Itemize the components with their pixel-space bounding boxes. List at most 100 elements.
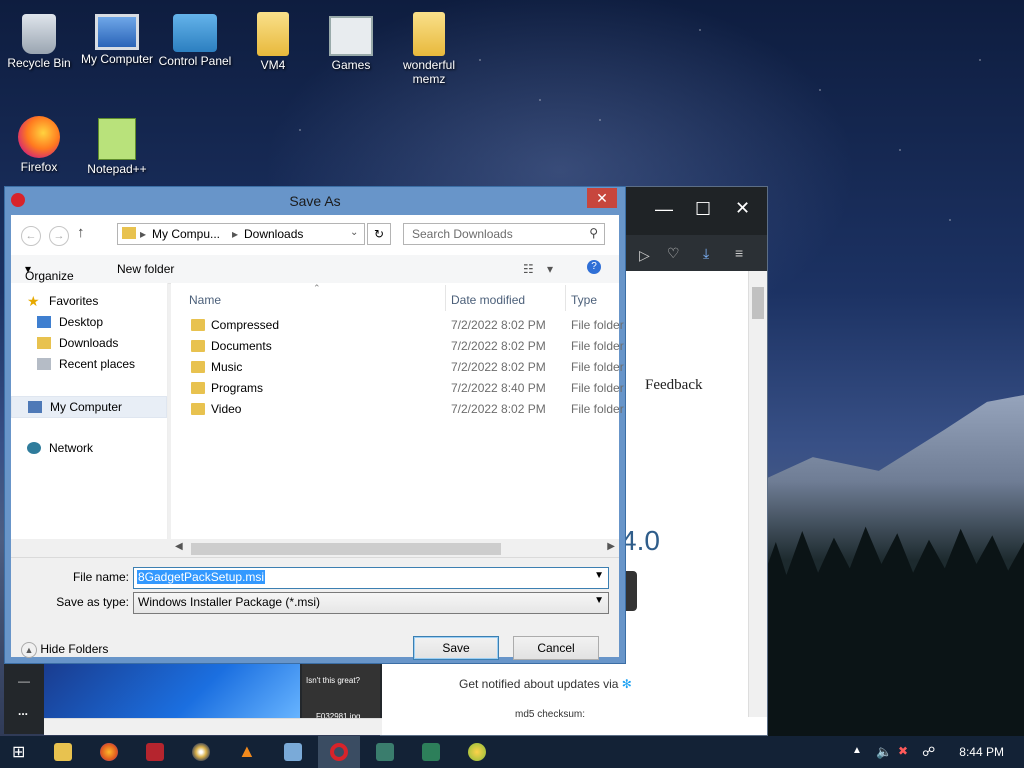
column-header-type[interactable]: Type	[571, 293, 597, 307]
scroll-right-icon[interactable]: ▶	[607, 541, 615, 552]
view-options-icon[interactable]: ☷	[523, 262, 534, 276]
scrollbar-thumb[interactable]	[191, 543, 501, 555]
file-explorer-icon[interactable]	[54, 743, 72, 761]
app-download-icon[interactable]	[422, 743, 440, 761]
chevron-down-icon[interactable]: ⌄	[350, 227, 358, 238]
twitter-icon[interactable]: ✻	[622, 677, 632, 691]
up-button[interactable]: ↑	[77, 224, 85, 241]
nav-recent-places[interactable]: Recent places	[11, 354, 167, 374]
firefox-taskbar-icon[interactable]	[100, 743, 118, 761]
search-placeholder: Search Downloads	[412, 227, 513, 241]
nav-network[interactable]: Network	[11, 438, 167, 458]
tray-expand-icon[interactable]: ▲	[852, 745, 862, 756]
volume-muted-icon[interactable]: 🔈	[876, 744, 892, 760]
recent-places-icon	[37, 358, 51, 370]
start-button[interactable]: ⊞	[12, 742, 25, 762]
forward-button[interactable]: →	[49, 226, 69, 246]
browser-horizontal-scrollbar[interactable]	[44, 718, 382, 735]
address-row: ← → ↑ ▸ My Compu... ▸ Downloads ⌄ ↻ Sear…	[11, 215, 619, 255]
control-panel-taskbar-icon[interactable]	[284, 743, 302, 761]
nav-label: My Computer	[50, 400, 123, 414]
search-input[interactable]: Search Downloads ⚲	[403, 223, 605, 245]
app-tool-icon[interactable]	[376, 743, 394, 761]
app-orb-icon[interactable]	[468, 743, 486, 761]
sidebar-minimize-icon[interactable]: —	[18, 674, 30, 688]
sidebar-more-icon[interactable]: ...	[18, 704, 28, 718]
scroll-left-icon[interactable]: ◀	[175, 541, 183, 552]
desktop-icon-vm4[interactable]: VM4	[234, 8, 312, 72]
minimize-icon[interactable]: —	[655, 199, 673, 220]
save-type-select[interactable]: Windows Installer Package (*.msi) ▼	[133, 592, 609, 614]
scrollbar-thumb[interactable]	[752, 287, 764, 319]
table-row[interactable]: Programs 7/2/2022 8:40 PM File folder	[183, 378, 633, 398]
new-folder-button[interactable]: New folder	[117, 262, 174, 276]
breadcrumb-downloads[interactable]: Downloads	[244, 227, 303, 241]
view-dropdown-icon[interactable]: ▾	[547, 262, 553, 276]
md5-label: md5 checksum:	[515, 709, 586, 720]
heart-icon[interactable]: ♡	[667, 245, 680, 262]
nav-label: Recent places	[59, 357, 136, 371]
table-row[interactable]: Video 7/2/2022 8:02 PM File folder	[183, 399, 633, 419]
save-button[interactable]: Save	[413, 636, 499, 660]
nav-my-computer[interactable]: My Computer	[11, 396, 167, 418]
winrar-icon[interactable]	[146, 743, 164, 761]
media-disc-icon[interactable]	[192, 743, 210, 761]
save-type-value: Windows Installer Package (*.msi)	[138, 595, 321, 609]
file-type: File folder	[571, 402, 624, 416]
cancel-button[interactable]: Cancel	[513, 636, 599, 660]
help-icon[interactable]: ?	[587, 260, 601, 274]
nav-downloads[interactable]: Downloads	[11, 333, 167, 353]
column-header-name[interactable]: Name	[189, 293, 221, 307]
desktop-icon-control-panel[interactable]: Control Panel	[156, 8, 234, 68]
desktop-icon-firefox[interactable]: Firefox	[0, 112, 78, 174]
chevron-down-icon[interactable]: ▼	[594, 570, 604, 581]
folder-icon	[191, 403, 205, 415]
table-row[interactable]: Compressed 7/2/2022 8:02 PM File folder	[183, 315, 633, 335]
breadcrumb-my-computer[interactable]: My Compu...	[152, 227, 220, 241]
clock[interactable]: 8:44 PM	[959, 745, 1004, 759]
nav-favorites[interactable]: ★ Favorites	[11, 291, 167, 311]
table-row[interactable]: Music 7/2/2022 8:02 PM File folder	[183, 357, 633, 377]
dialog-close-button[interactable]: ✕	[587, 188, 617, 208]
chevron-down-icon[interactable]: ▼	[594, 595, 604, 606]
close-icon[interactable]: ✕	[735, 198, 750, 219]
download-icon[interactable]: ⤓	[703, 245, 709, 262]
desktop-icon-recycle-bin[interactable]: Recycle Bin	[0, 8, 78, 70]
games-icon	[329, 16, 373, 56]
maximize-icon[interactable]: ☐	[695, 199, 711, 220]
table-row[interactable]: Documents 7/2/2022 8:02 PM File folder	[183, 336, 633, 356]
desktop-icon-label: Games	[331, 58, 371, 72]
organize-button[interactable]: Organize ▾	[25, 262, 74, 283]
file-name: Programs	[211, 381, 264, 395]
computer-icon	[28, 401, 42, 413]
folder-icon	[191, 319, 205, 331]
feedback-link[interactable]: Feedback	[645, 377, 702, 394]
security-alert-icon[interactable]: ✖	[898, 744, 908, 758]
file-list-horizontal-scrollbar[interactable]: ◀ ▶	[171, 539, 619, 557]
desktop-icon-my-computer[interactable]: My Computer	[78, 8, 156, 66]
network-tray-icon[interactable]: ☍	[922, 744, 935, 760]
nav-desktop[interactable]: Desktop	[11, 312, 167, 332]
file-name-field[interactable]: 8GadgetPackSetup.msi ▼	[133, 567, 609, 589]
nav-label: Favorites	[49, 294, 99, 308]
back-button[interactable]: ←	[21, 226, 41, 246]
downloads-icon	[37, 337, 51, 349]
nav-label: Network	[49, 441, 94, 455]
save-form: File name: 8GadgetPackSetup.msi ▼ Save a…	[11, 557, 619, 660]
vlc-icon[interactable]: ▲	[238, 741, 256, 762]
column-divider[interactable]	[565, 285, 566, 311]
opera-taskbar-button[interactable]	[318, 736, 360, 768]
send-icon[interactable]: ▷	[639, 247, 650, 264]
desktop-icon-games[interactable]: Games	[312, 8, 390, 72]
downloads-folder-icon	[122, 227, 136, 239]
desktop-icon-wonderful-memz[interactable]: wonderful memz	[390, 8, 468, 86]
menu-icon[interactable]: ≡	[735, 245, 743, 261]
desktop-icon-notepad-plus-plus[interactable]: Notepad++	[78, 112, 156, 176]
refresh-button[interactable]: ↻	[367, 223, 391, 245]
address-bar[interactable]: ▸ My Compu... ▸ Downloads ⌄	[117, 223, 365, 245]
browser-scrollbar[interactable]	[748, 271, 767, 717]
thumbnail-caption: Isn't this great? F032981.jpg	[302, 660, 380, 721]
column-divider[interactable]	[445, 285, 446, 311]
column-header-date[interactable]: Date modified	[451, 293, 525, 307]
hide-folders-button[interactable]: ▲ Hide Folders	[21, 642, 108, 658]
